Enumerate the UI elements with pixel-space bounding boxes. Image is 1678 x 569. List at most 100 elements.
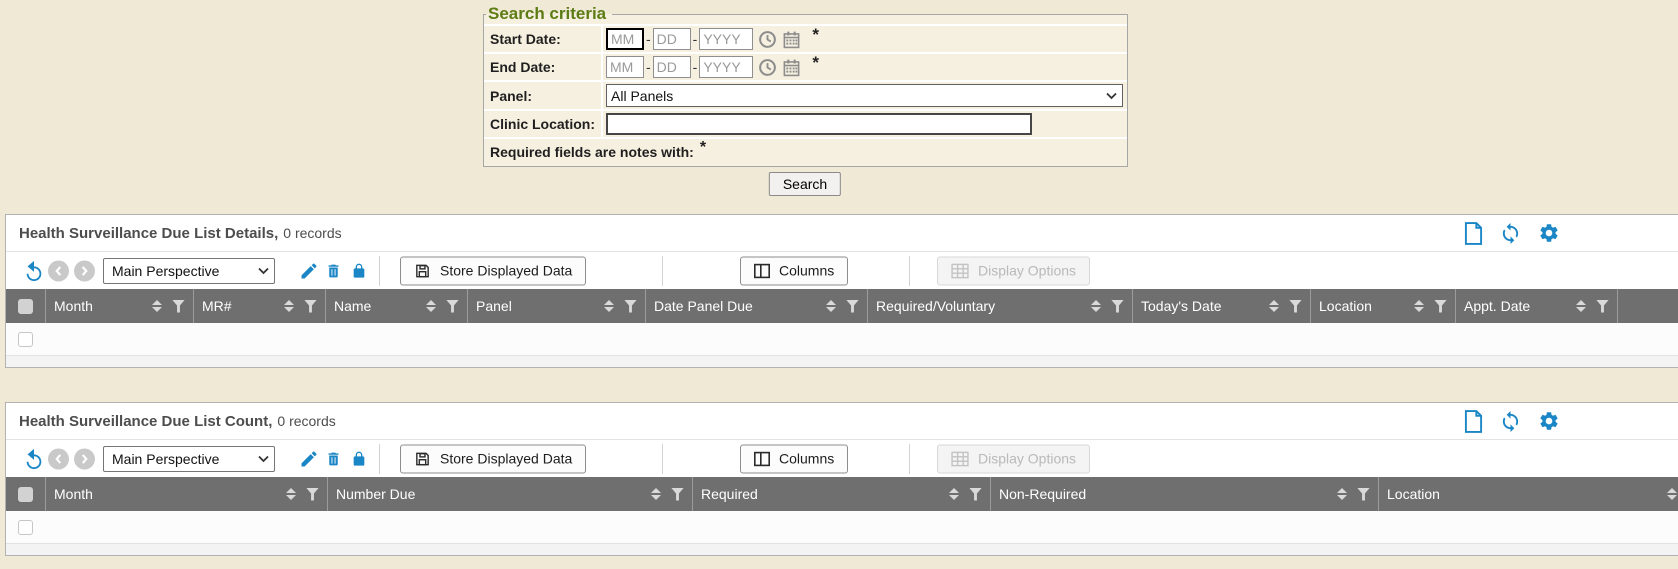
filter-icon[interactable] bbox=[969, 488, 982, 501]
sort-icon[interactable] bbox=[1414, 300, 1424, 312]
sort-icon[interactable] bbox=[152, 300, 162, 312]
sort-icon[interactable] bbox=[1091, 300, 1101, 312]
sort-icon[interactable] bbox=[949, 488, 959, 500]
start-date-time-picker-button[interactable] bbox=[758, 30, 777, 49]
refresh-button[interactable] bbox=[1499, 410, 1522, 433]
table-empty-row bbox=[6, 511, 1678, 544]
required-marker: * bbox=[700, 139, 706, 157]
filter-icon[interactable] bbox=[172, 300, 185, 313]
clinic-location-field bbox=[603, 111, 1127, 137]
end-date-year-input[interactable] bbox=[699, 56, 753, 78]
time-clock-icon bbox=[758, 30, 777, 49]
row-checkbox[interactable] bbox=[18, 520, 33, 535]
columns-button[interactable]: Columns bbox=[740, 444, 848, 473]
column-header-required-voluntary[interactable]: Required/Voluntary bbox=[868, 289, 1133, 323]
edit-perspective-button[interactable] bbox=[299, 449, 319, 469]
start-date-calendar-picker-button[interactable] bbox=[782, 30, 801, 49]
filter-icon[interactable] bbox=[1596, 300, 1609, 313]
filter-icon[interactable] bbox=[671, 488, 684, 501]
delete-perspective-button[interactable] bbox=[325, 261, 342, 281]
new-document-button[interactable] bbox=[1464, 222, 1483, 245]
delete-trash-icon bbox=[325, 261, 342, 281]
columns-button[interactable]: Columns bbox=[740, 256, 848, 285]
settings-button[interactable] bbox=[1538, 222, 1560, 244]
refresh-button[interactable] bbox=[1499, 222, 1522, 245]
column-header-non-required[interactable]: Non-Required bbox=[991, 477, 1379, 511]
next-perspective-button[interactable] bbox=[74, 448, 95, 469]
start-date-day-input[interactable] bbox=[653, 28, 691, 50]
column-header-number-due[interactable]: Number Due bbox=[328, 477, 693, 511]
filter-icon[interactable] bbox=[846, 300, 859, 313]
sort-icon[interactable] bbox=[284, 300, 294, 312]
lock-perspective-button[interactable] bbox=[351, 449, 367, 469]
sort-icon[interactable] bbox=[826, 300, 836, 312]
column-header-name[interactable]: Name bbox=[326, 289, 468, 323]
column-header-location[interactable]: Location bbox=[1379, 477, 1678, 511]
filter-icon[interactable] bbox=[1289, 300, 1302, 313]
column-header-appt-date[interactable]: Appt. Date bbox=[1456, 289, 1618, 323]
filter-icon[interactable] bbox=[1111, 300, 1124, 313]
sort-icon[interactable] bbox=[286, 488, 296, 500]
undo-button[interactable] bbox=[23, 260, 45, 282]
next-perspective-button[interactable] bbox=[74, 260, 95, 281]
display-options-button[interactable]: Display Options bbox=[937, 444, 1090, 473]
lock-icon bbox=[351, 261, 367, 281]
edit-pencil-icon bbox=[299, 261, 319, 281]
display-options-button[interactable]: Display Options bbox=[937, 256, 1090, 285]
select-all-checkbox[interactable] bbox=[18, 299, 33, 314]
store-displayed-data-button[interactable]: Store Displayed Data bbox=[400, 256, 586, 285]
date-separator: - bbox=[646, 59, 651, 75]
sort-icon[interactable] bbox=[1269, 300, 1279, 312]
perspective-select[interactable]: Main Perspective bbox=[103, 446, 275, 472]
previous-perspective-button[interactable] bbox=[48, 260, 69, 281]
start-date-month-input[interactable] bbox=[606, 28, 644, 50]
panel-select[interactable]: All Panels bbox=[606, 84, 1123, 107]
section-toolbar: Main Perspective bbox=[6, 252, 1678, 289]
new-document-icon bbox=[1464, 410, 1483, 433]
filter-icon[interactable] bbox=[306, 488, 319, 501]
filter-icon[interactable] bbox=[446, 300, 459, 313]
new-document-button[interactable] bbox=[1464, 410, 1483, 433]
toolbar-separator bbox=[909, 256, 910, 286]
column-header-todays-date[interactable]: Today's Date bbox=[1133, 289, 1311, 323]
settings-button[interactable] bbox=[1538, 410, 1560, 432]
sort-icon[interactable] bbox=[604, 300, 614, 312]
filter-icon[interactable] bbox=[304, 300, 317, 313]
search-button[interactable]: Search bbox=[769, 172, 841, 196]
select-all-checkbox[interactable] bbox=[18, 487, 33, 502]
undo-button[interactable] bbox=[23, 448, 45, 470]
delete-perspective-button[interactable] bbox=[325, 449, 342, 469]
column-header-mr-number[interactable]: MR# bbox=[194, 289, 326, 323]
store-displayed-data-button[interactable]: Store Displayed Data bbox=[400, 444, 586, 473]
perspective-select[interactable]: Main Perspective bbox=[103, 258, 275, 284]
previous-perspective-button[interactable] bbox=[48, 448, 69, 469]
row-checkbox[interactable] bbox=[18, 332, 33, 347]
clinic-location-input[interactable] bbox=[606, 113, 1032, 135]
clinic-location-label: Clinic Location: bbox=[484, 111, 603, 137]
end-date-month-input[interactable] bbox=[606, 56, 644, 78]
sort-icon[interactable] bbox=[651, 488, 661, 500]
column-header-month[interactable]: Month bbox=[46, 477, 328, 511]
lock-icon bbox=[351, 449, 367, 469]
filter-icon[interactable] bbox=[624, 300, 637, 313]
display-options-label: Display Options bbox=[978, 263, 1076, 279]
column-header-month[interactable]: Month bbox=[46, 289, 194, 323]
sort-icon[interactable] bbox=[1576, 300, 1586, 312]
column-header-required[interactable]: Required bbox=[693, 477, 991, 511]
column-header-panel[interactable]: Panel bbox=[468, 289, 646, 323]
end-date-day-input[interactable] bbox=[653, 56, 691, 78]
column-header-date-panel-due[interactable]: Date Panel Due bbox=[646, 289, 868, 323]
sort-icon[interactable] bbox=[1667, 488, 1677, 500]
filter-icon[interactable] bbox=[1434, 300, 1447, 313]
lock-perspective-button[interactable] bbox=[351, 261, 367, 281]
edit-perspective-button[interactable] bbox=[299, 261, 319, 281]
column-header-location[interactable]: Location bbox=[1311, 289, 1456, 323]
filter-icon[interactable] bbox=[1357, 488, 1370, 501]
end-date-label: End Date: bbox=[484, 54, 603, 80]
display-options-grid-icon bbox=[951, 451, 969, 466]
start-date-year-input[interactable] bbox=[699, 28, 753, 50]
end-date-time-picker-button[interactable] bbox=[758, 58, 777, 77]
sort-icon[interactable] bbox=[1337, 488, 1347, 500]
sort-icon[interactable] bbox=[426, 300, 436, 312]
end-date-calendar-picker-button[interactable] bbox=[782, 58, 801, 77]
